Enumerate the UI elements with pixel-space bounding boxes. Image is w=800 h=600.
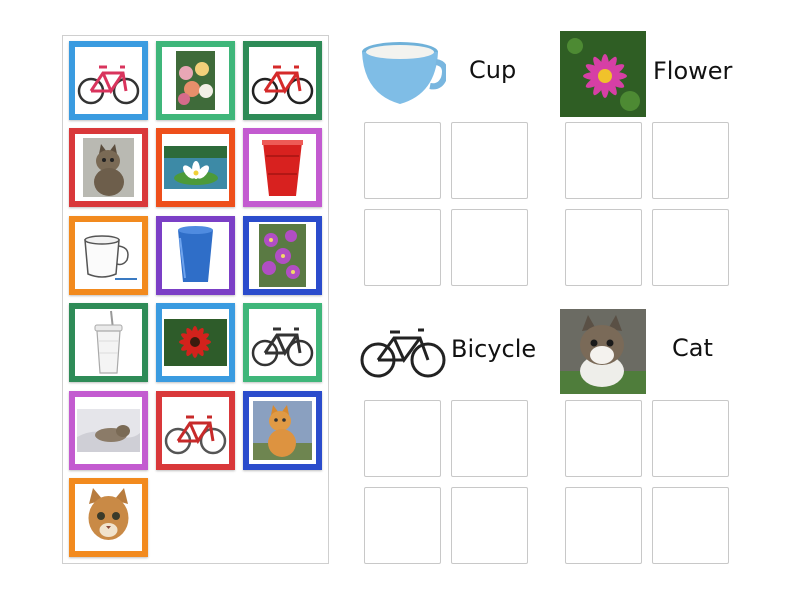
bicycle-drop-slot[interactable] xyxy=(451,487,528,564)
red-mountain-bike-card[interactable] xyxy=(243,41,322,120)
red-city-bicycle-image xyxy=(162,397,229,464)
cat-drop-slot[interactable] xyxy=(565,487,642,564)
cup-drop-slot[interactable] xyxy=(451,122,528,199)
rose-bouquet-image xyxy=(162,47,229,114)
blue-plastic-cup-image xyxy=(162,222,229,289)
tabby-cat-image xyxy=(75,134,142,201)
bicycle-drop-slot[interactable] xyxy=(364,487,441,564)
cat-category-image xyxy=(560,309,646,394)
white-cup-sketch-card[interactable] xyxy=(69,216,148,295)
bicycle-drop-slot[interactable] xyxy=(364,400,441,477)
orange-cat-image xyxy=(249,397,316,464)
card-tray xyxy=(62,35,329,564)
rose-bouquet-card[interactable] xyxy=(156,41,235,120)
purple-flowers-image xyxy=(249,222,316,289)
cat-drop-slot[interactable] xyxy=(652,400,729,477)
cup-category-label: Cup xyxy=(469,56,517,84)
tabby-cat-card[interactable] xyxy=(69,128,148,207)
cup-drop-slot[interactable] xyxy=(364,122,441,199)
kids-bicycle-card[interactable] xyxy=(69,41,148,120)
cat-on-blanket-card[interactable] xyxy=(69,391,148,470)
flower-category-label: Flower xyxy=(653,57,733,85)
cup-category-image xyxy=(360,38,446,110)
purple-flowers-card[interactable] xyxy=(243,216,322,295)
cat-face-image xyxy=(75,484,142,551)
cat-category-label: Cat xyxy=(672,334,713,362)
bicycle-category-label: Bicycle xyxy=(451,335,537,363)
red-plastic-cup-card[interactable] xyxy=(243,128,322,207)
cup-drop-slot[interactable] xyxy=(364,209,441,286)
cat-on-blanket-image xyxy=(75,397,142,464)
blue-plastic-cup-card[interactable] xyxy=(156,216,235,295)
red-plastic-cup-image xyxy=(249,134,316,201)
white-cup-sketch-image xyxy=(75,222,142,289)
flower-drop-slot[interactable] xyxy=(565,122,642,199)
flower-drop-slot[interactable] xyxy=(652,122,729,199)
cat-face-card[interactable] xyxy=(69,478,148,557)
kids-bicycle-image xyxy=(75,47,142,114)
cup-drop-slot[interactable] xyxy=(451,209,528,286)
cruiser-bicycle-card[interactable] xyxy=(243,303,322,382)
red-gerbera-image xyxy=(162,309,229,376)
flower-category-image xyxy=(560,31,646,117)
cruiser-bicycle-image xyxy=(249,309,316,376)
flower-drop-slot[interactable] xyxy=(652,209,729,286)
red-gerbera-card[interactable] xyxy=(156,303,235,382)
red-city-bicycle-card[interactable] xyxy=(156,391,235,470)
orange-cat-card[interactable] xyxy=(243,391,322,470)
flower-drop-slot[interactable] xyxy=(565,209,642,286)
cat-drop-slot[interactable] xyxy=(652,487,729,564)
water-lily-image xyxy=(162,134,229,201)
bicycle-category-image xyxy=(360,318,446,382)
cat-drop-slot[interactable] xyxy=(565,400,642,477)
water-lily-card[interactable] xyxy=(156,128,235,207)
tumbler-with-straw-card[interactable] xyxy=(69,303,148,382)
red-mountain-bike-image xyxy=(249,47,316,114)
bicycle-drop-slot[interactable] xyxy=(451,400,528,477)
tumbler-with-straw-image xyxy=(75,309,142,376)
